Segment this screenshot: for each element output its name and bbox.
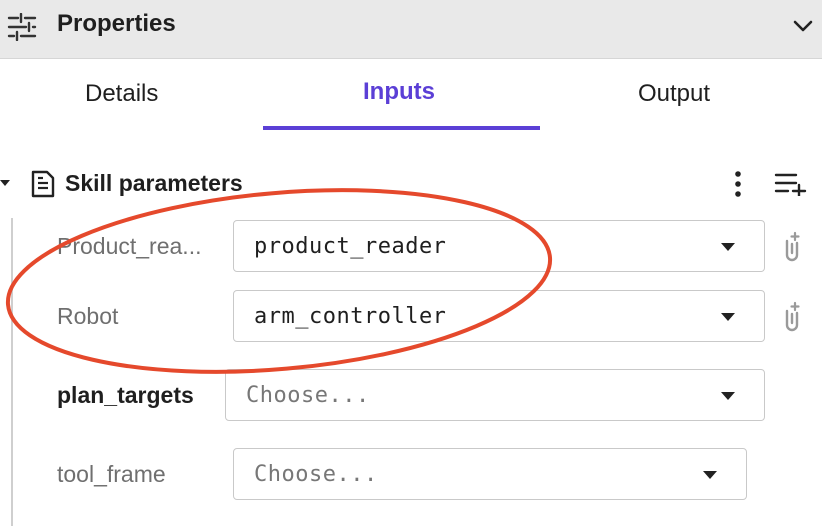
more-vertical-icon[interactable] xyxy=(728,170,748,198)
add-list-icon[interactable] xyxy=(774,172,808,196)
link-clip-icon[interactable] xyxy=(781,229,803,263)
param-label-tool-frame: tool_frame xyxy=(57,461,166,487)
select-value: arm_controller xyxy=(254,304,447,329)
select-value: product_reader xyxy=(254,234,447,259)
section-guide-line xyxy=(11,218,13,526)
param-label-plan-targets: plan_targets xyxy=(57,382,194,408)
dropdown-caret-icon xyxy=(721,392,735,400)
param-label-robot: Robot xyxy=(57,303,119,329)
plan-targets-select[interactable]: Choose... xyxy=(225,369,765,421)
dropdown-caret-icon xyxy=(721,243,735,251)
robot-select[interactable]: arm_controller xyxy=(233,290,765,342)
product-reader-select[interactable]: product_reader xyxy=(233,220,765,272)
document-icon xyxy=(31,170,55,198)
active-tab-indicator xyxy=(263,126,540,130)
dropdown-caret-icon xyxy=(703,471,717,479)
properties-icon xyxy=(7,13,37,41)
tab-inputs[interactable]: Inputs xyxy=(363,78,435,106)
section-title: Skill parameters xyxy=(65,170,243,196)
chevron-down-icon[interactable] xyxy=(792,16,814,36)
panel-title: Properties xyxy=(57,10,176,37)
select-placeholder: Choose... xyxy=(246,383,370,408)
tool-frame-select[interactable]: Choose... xyxy=(233,448,747,500)
select-placeholder: Choose... xyxy=(254,462,378,487)
collapse-caret-icon[interactable] xyxy=(0,178,10,188)
dropdown-caret-icon xyxy=(721,313,735,321)
properties-header[interactable]: Properties xyxy=(0,0,822,59)
param-label-product-reader: Product_rea... xyxy=(57,233,202,259)
tab-details[interactable]: Details xyxy=(85,80,158,108)
link-clip-icon[interactable] xyxy=(781,299,803,333)
tab-output[interactable]: Output xyxy=(638,80,710,108)
